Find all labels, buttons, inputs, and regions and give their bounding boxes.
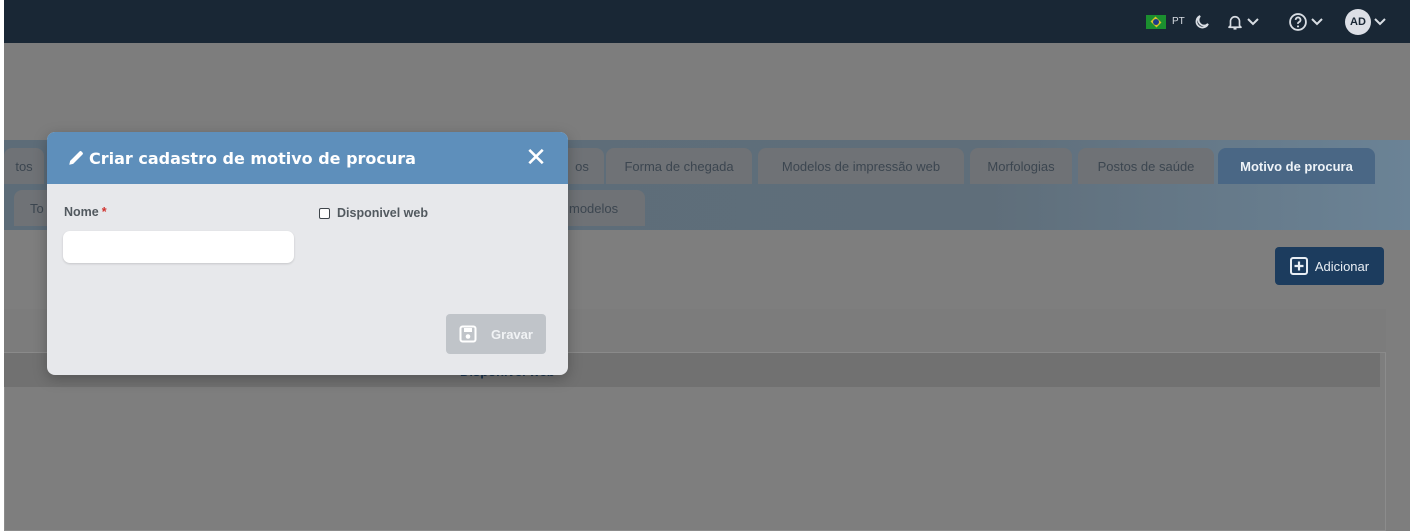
tab-postos-de-saude[interactable]: Postos de saúde: [1078, 148, 1214, 184]
checkbox-label: Disponivel web: [337, 206, 428, 220]
help-button[interactable]: [1288, 0, 1323, 43]
language-code[interactable]: PT: [1172, 0, 1185, 43]
moon-icon: [1195, 14, 1209, 28]
tab-motivo-de-procura[interactable]: Motivo de procura: [1218, 148, 1375, 184]
page-header: [4, 43, 1410, 142]
add-button[interactable]: Adicionar: [1275, 247, 1384, 285]
user-menu[interactable]: AD: [1345, 0, 1386, 43]
top-navbar: PT AD: [0, 0, 1410, 43]
help-circle-icon: [1289, 12, 1307, 31]
notifications-button[interactable]: [1226, 0, 1259, 43]
modal-header: Criar cadastro de motivo de procura: [47, 132, 568, 184]
save-button-label: Gravar: [491, 326, 533, 342]
chevron-down-icon: [1311, 17, 1323, 25]
theme-toggle[interactable]: [1193, 0, 1211, 43]
chevron-down-icon: [1247, 17, 1259, 25]
nome-label: Nome *: [64, 205, 107, 219]
close-icon[interactable]: ✕: [525, 144, 547, 172]
pencil-icon: [69, 151, 83, 165]
tab-modelos-impressao-web[interactable]: Modelos de impressão web: [758, 148, 964, 184]
plus-square-icon: [1289, 257, 1308, 275]
tab-morfologias[interactable]: Morfologias: [970, 148, 1072, 184]
nome-input[interactable]: [63, 231, 294, 263]
tab-partial-modelos[interactable]: modelos: [555, 190, 645, 226]
save-button[interactable]: Gravar: [446, 314, 546, 354]
disponivel-web-checkbox[interactable]: Disponivel web: [319, 206, 428, 220]
modal-title: Criar cadastro de motivo de procura: [89, 148, 416, 168]
bell-icon: [1228, 15, 1242, 30]
checkbox-box[interactable]: [319, 207, 330, 219]
tab-partial-left[interactable]: tos: [4, 148, 44, 184]
language-flag[interactable]: [1146, 0, 1166, 43]
avatar: AD: [1345, 8, 1371, 35]
add-button-label: Adicionar: [1314, 258, 1370, 274]
flag-brazil-icon: [1146, 14, 1166, 29]
create-modal: Criar cadastro de motivo de procura ✕ No…: [47, 132, 568, 375]
nome-label-text: Nome: [64, 205, 99, 219]
required-mark: *: [101, 205, 107, 219]
tab-forma-de-chegada[interactable]: Forma de chegada: [606, 148, 752, 184]
save-icon: [459, 325, 477, 343]
chevron-down-icon: [1374, 17, 1386, 25]
